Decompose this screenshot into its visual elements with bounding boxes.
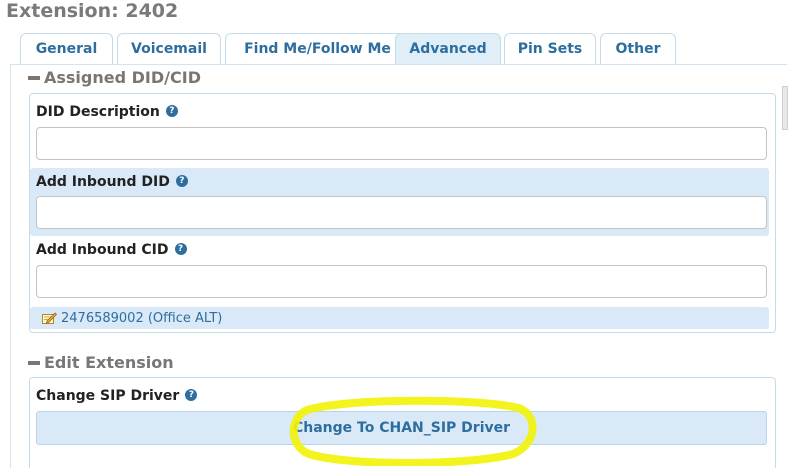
minus-icon — [28, 360, 40, 365]
add-inbound-cid-label: Add Inbound CID? — [36, 241, 187, 259]
help-icon[interactable]: ? — [185, 389, 198, 401]
scrollbar[interactable] — [782, 86, 788, 130]
cid-entry-text: 2476589002 (Office ALT) — [61, 311, 223, 326]
tab-voicemail[interactable]: Voicemail — [117, 33, 221, 64]
field-label-text: Add Inbound CID — [36, 242, 169, 258]
field-label-text: Change SIP Driver — [36, 388, 180, 404]
field-label-text: DID Description — [36, 104, 160, 120]
help-icon[interactable]: ? — [165, 105, 178, 117]
edit-icon — [42, 312, 57, 324]
tab-advanced[interactable]: Advanced — [395, 33, 501, 66]
tab-pin-sets[interactable]: Pin Sets — [504, 33, 596, 64]
add-inbound-did-label: Add Inbound DID? — [36, 173, 188, 191]
help-icon[interactable]: ? — [175, 175, 188, 187]
tab-find-me-follow-me[interactable]: Find Me/Follow Me — [225, 33, 410, 64]
tab-other[interactable]: Other — [600, 33, 676, 64]
section-title: Assigned DID/CID — [44, 68, 201, 87]
add-inbound-cid-input[interactable] — [36, 265, 767, 298]
change-sip-driver-label: Change SIP Driver? — [36, 387, 198, 405]
tab-general[interactable]: General — [20, 33, 113, 64]
add-inbound-did-input[interactable] — [36, 196, 767, 229]
minus-icon — [28, 75, 40, 80]
section-header-edit-extension[interactable]: Edit Extension — [28, 353, 174, 373]
section-title: Edit Extension — [44, 353, 174, 372]
help-icon[interactable]: ? — [174, 243, 187, 255]
cid-entry-link[interactable]: 2476589002 (Office ALT) — [42, 310, 222, 328]
change-to-chan-sip-driver-button[interactable]: Change To CHAN_SIP Driver — [36, 411, 767, 445]
page-title: Extension: 2402 — [6, 0, 179, 22]
field-label-text: Add Inbound DID — [36, 174, 170, 190]
section-header-assigned-did-cid[interactable]: Assigned DID/CID — [28, 68, 201, 88]
did-description-input[interactable] — [36, 127, 767, 160]
did-description-label: DID Description? — [36, 103, 178, 121]
